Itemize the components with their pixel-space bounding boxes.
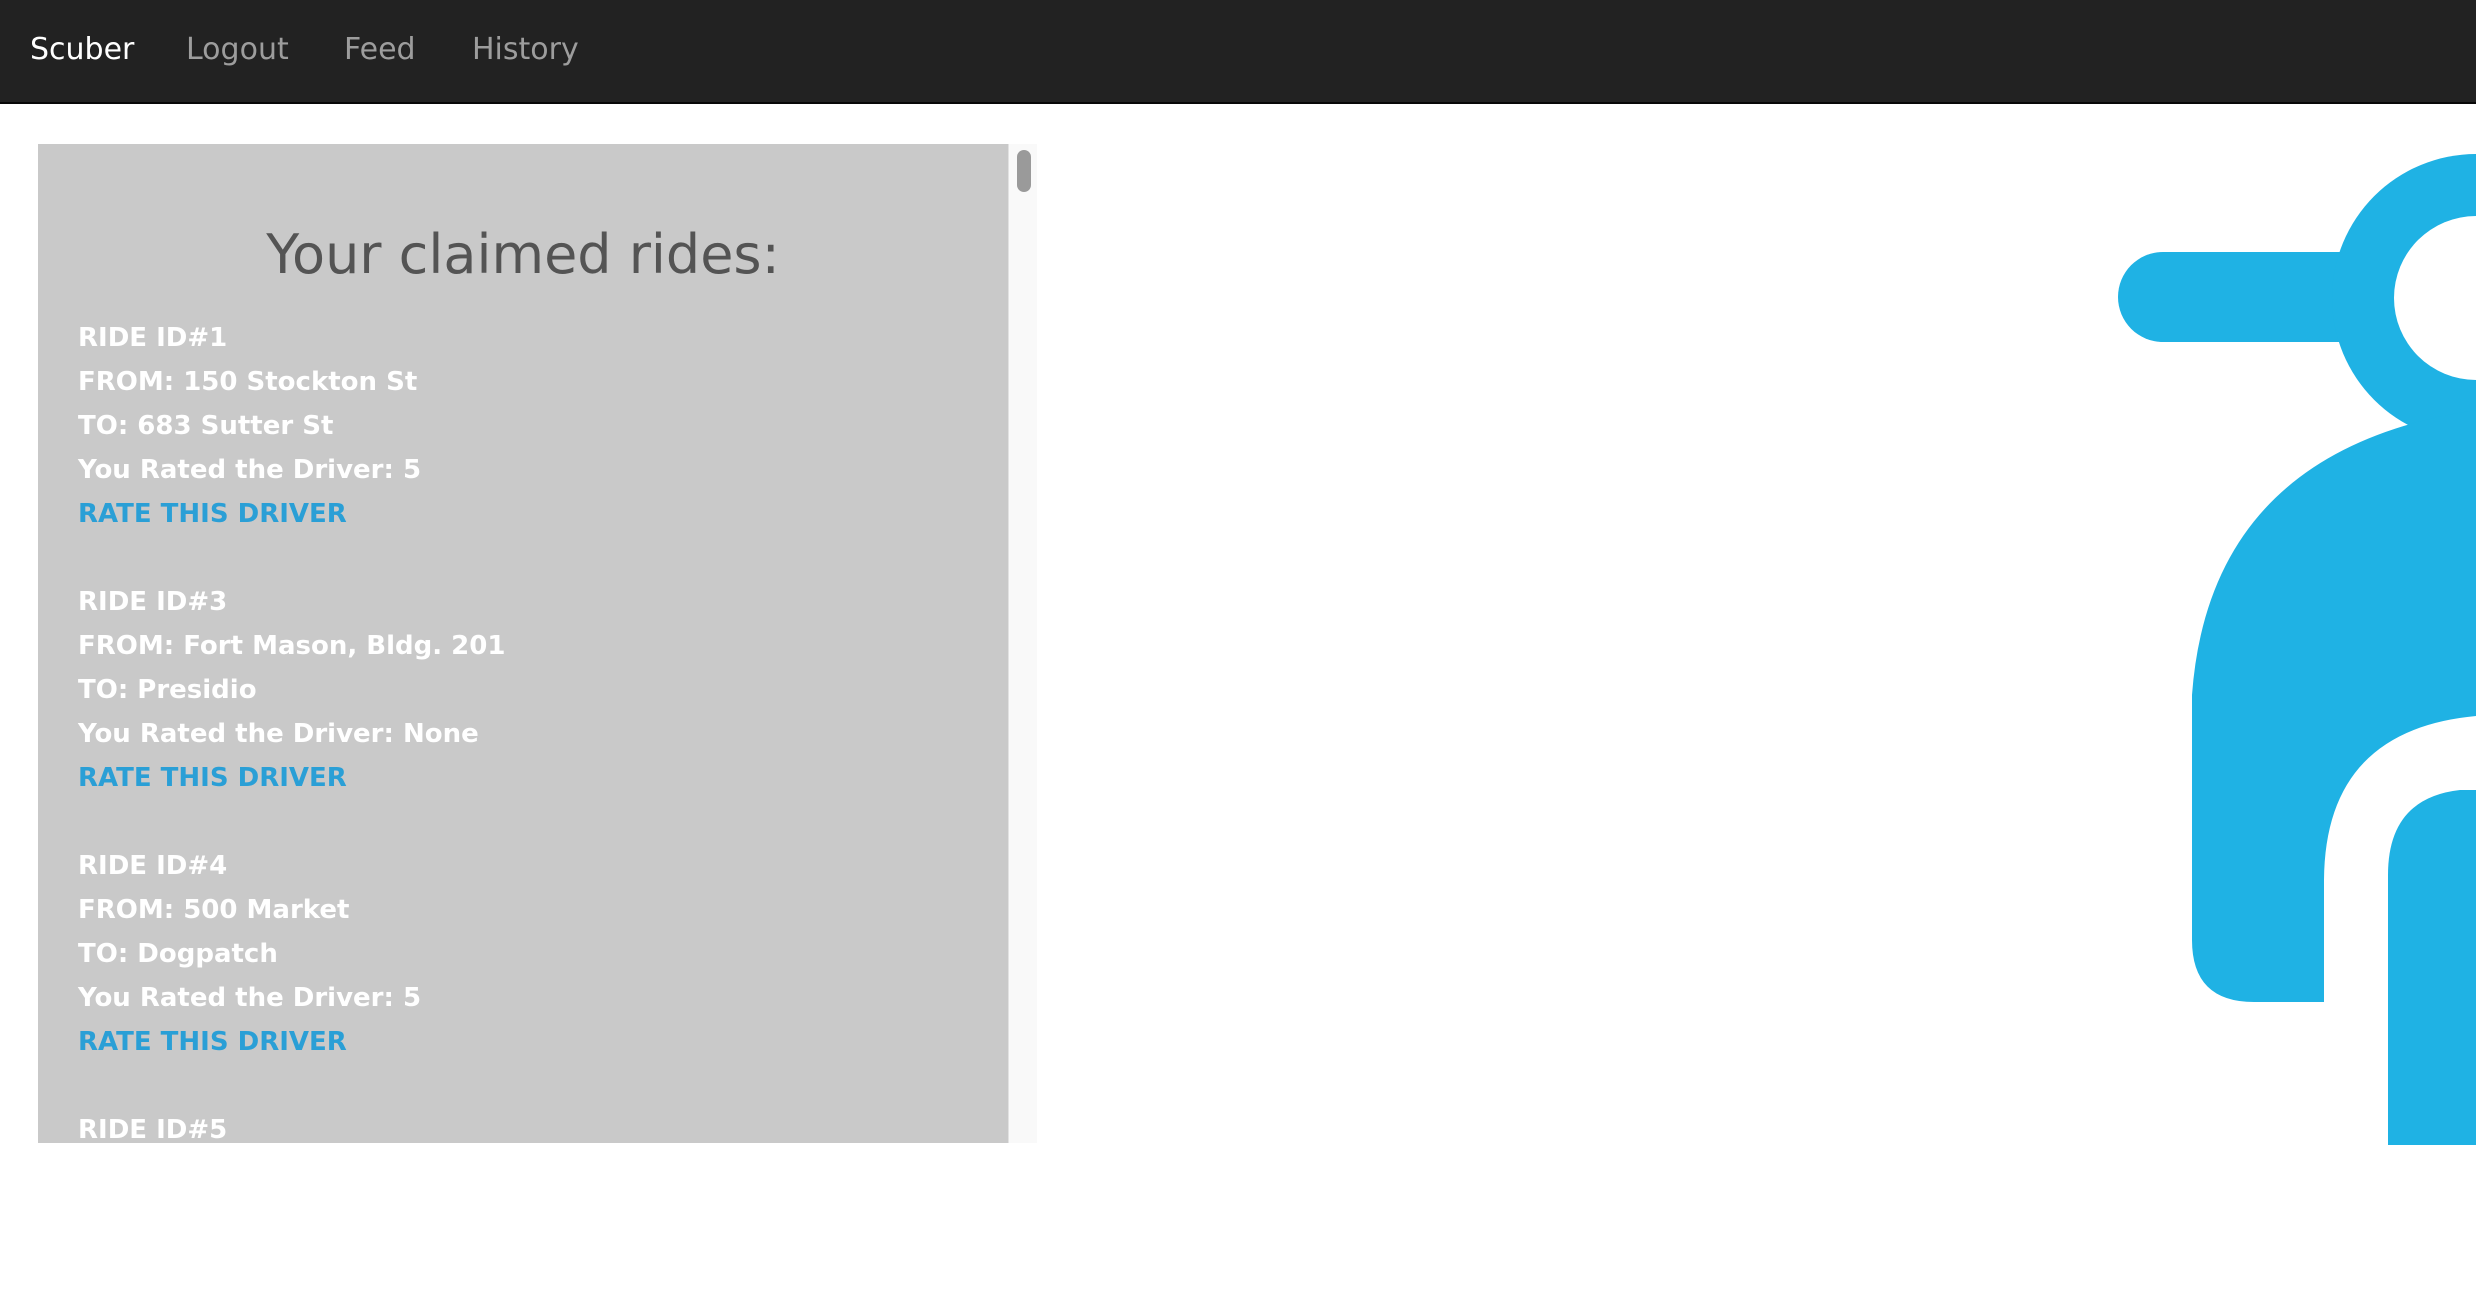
ride-to: TO: 683 Sutter St bbox=[78, 411, 334, 441]
panel-title: Your claimed rides: bbox=[266, 223, 780, 286]
ride-rating: You Rated the Driver: 5 bbox=[78, 983, 422, 1013]
nav-link-feed[interactable]: Feed bbox=[344, 28, 416, 72]
ride-item: RIDE ID#4 FROM: 500 Market TO: Dogpatch … bbox=[78, 844, 421, 1064]
ride-id: RIDE ID#4 bbox=[78, 851, 228, 881]
claimed-rides-panel: Your claimed rides: RIDE ID#1 FROM: 150 … bbox=[38, 144, 1008, 1143]
ride-to: TO: Presidio bbox=[78, 675, 257, 705]
ride-item: RIDE ID#3 FROM: Fort Mason, Bldg. 201 TO… bbox=[78, 580, 505, 800]
rate-driver-link[interactable]: RATE THIS DRIVER bbox=[78, 756, 505, 800]
brand-link[interactable]: Scuber bbox=[30, 28, 134, 72]
ride-rating: You Rated the Driver: None bbox=[78, 719, 479, 749]
rate-driver-link[interactable]: RATE THIS DRIVER bbox=[78, 492, 421, 536]
ride-item: RIDE ID#1 FROM: 150 Stockton St TO: 683 … bbox=[78, 316, 421, 536]
rate-driver-link[interactable]: RATE THIS DRIVER bbox=[78, 1020, 421, 1064]
ride-id: RIDE ID#1 bbox=[78, 323, 228, 353]
ride-item: RIDE ID#5 bbox=[78, 1108, 227, 1143]
ride-id: RIDE ID#3 bbox=[78, 587, 228, 617]
ride-from: FROM: 500 Market bbox=[78, 895, 350, 925]
navbar: Scuber Logout Feed History bbox=[0, 0, 2476, 104]
scrollbar-thumb[interactable] bbox=[1017, 150, 1031, 192]
nav-link-logout[interactable]: Logout bbox=[186, 28, 289, 72]
ride-to: TO: Dogpatch bbox=[78, 939, 278, 969]
nav-link-history[interactable]: History bbox=[472, 28, 579, 72]
scooter-icon bbox=[2118, 154, 2476, 1145]
ride-rating: You Rated the Driver: 5 bbox=[78, 455, 422, 485]
ride-from: FROM: Fort Mason, Bldg. 201 bbox=[78, 631, 506, 661]
ride-from: FROM: 150 Stockton St bbox=[78, 367, 418, 397]
claimed-rides-scroll-area[interactable]: Your claimed rides: RIDE ID#1 FROM: 150 … bbox=[38, 144, 1037, 1143]
ride-id: RIDE ID#5 bbox=[78, 1115, 228, 1143]
scrollbar[interactable] bbox=[1008, 144, 1037, 1143]
